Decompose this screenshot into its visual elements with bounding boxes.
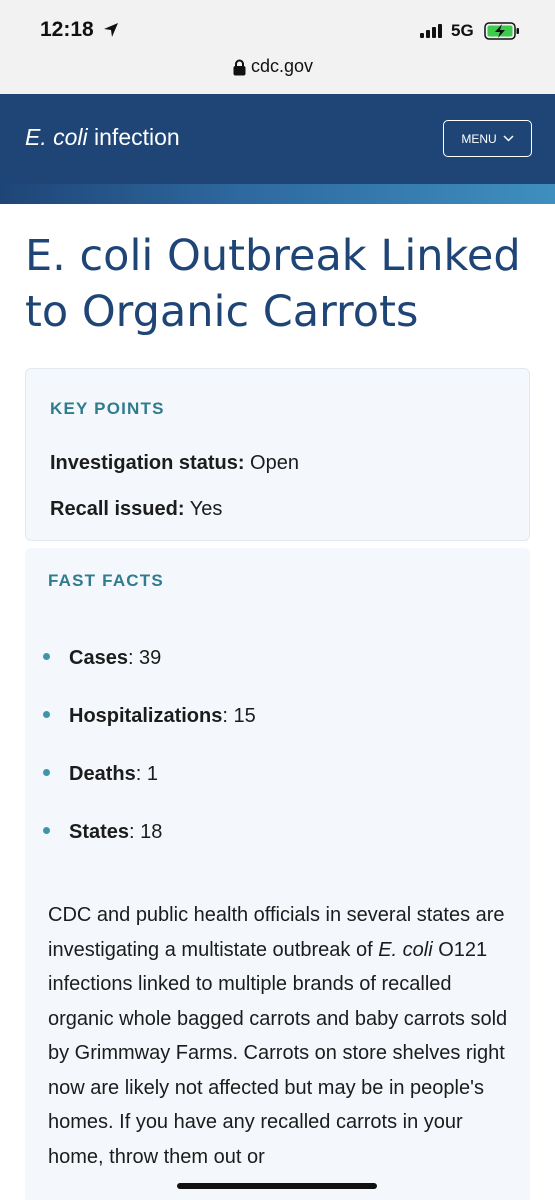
fact-label: Deaths bbox=[69, 763, 136, 785]
bullet-icon bbox=[43, 711, 50, 719]
kp-value: Open bbox=[244, 452, 299, 474]
menu-label: MENU bbox=[461, 131, 497, 146]
fact-value: : 1 bbox=[135, 763, 158, 785]
kp-label: Investigation status: bbox=[50, 452, 245, 474]
fact-value: : 18 bbox=[129, 821, 163, 843]
fast-facts-box: FAST FACTS Cases: 39 Hospitalizations: 1… bbox=[25, 548, 530, 1200]
home-indicator[interactable] bbox=[177, 1183, 377, 1189]
chevron-down-icon bbox=[503, 135, 514, 142]
location-arrow-icon bbox=[104, 23, 118, 37]
fact-hospitalizations: Hospitalizations: 15 bbox=[43, 705, 256, 728]
lock-icon bbox=[233, 59, 246, 76]
site-title-rest: infection bbox=[87, 124, 180, 150]
fast-facts-heading: FAST FACTS bbox=[48, 571, 164, 590]
site-title[interactable]: E. coli infection bbox=[25, 124, 180, 151]
status-time: 12:18 bbox=[40, 18, 94, 41]
header-gradient-strip bbox=[0, 184, 555, 204]
site-header: E. coli infection MENU bbox=[0, 94, 555, 184]
fact-label: Cases bbox=[69, 647, 128, 669]
page-title: E. coli Outbreak Linked to Organic Carro… bbox=[25, 231, 521, 337]
outbreak-summary-paragraph: CDC and public health officials in sever… bbox=[48, 898, 518, 1174]
bullet-icon bbox=[43, 769, 50, 777]
fact-states: States: 18 bbox=[43, 821, 162, 844]
site-title-italic: E. coli bbox=[25, 124, 88, 150]
cellular-signal-icon bbox=[420, 24, 442, 38]
fact-cases: Cases: 39 bbox=[43, 647, 161, 670]
kp-label: Recall issued: bbox=[50, 498, 185, 520]
status-bar: 12:18 5G bbox=[0, 0, 555, 50]
kp-value: Yes bbox=[184, 498, 223, 520]
summary-italic: E. coli bbox=[378, 938, 433, 961]
battery-charging-icon bbox=[484, 22, 519, 40]
fact-deaths: Deaths: 1 bbox=[43, 763, 158, 786]
fact-value: : 39 bbox=[127, 647, 162, 669]
fact-label: Hospitalizations bbox=[69, 705, 223, 727]
address-bar[interactable]: cdc.gov bbox=[0, 50, 555, 94]
fact-value: : 15 bbox=[222, 705, 256, 727]
bullet-icon bbox=[43, 827, 50, 835]
recall-issued-row: Recall issued: Yes bbox=[50, 498, 222, 521]
summary-part-2: O121 infections linked to multiple brand… bbox=[48, 938, 508, 1168]
key-points-heading: KEY POINTS bbox=[50, 399, 165, 418]
bullet-icon bbox=[43, 653, 50, 661]
fact-label: States bbox=[69, 821, 130, 843]
investigation-status-row: Investigation status: Open bbox=[50, 452, 299, 475]
menu-button[interactable]: MENU bbox=[443, 120, 532, 157]
url-text[interactable]: cdc.gov bbox=[251, 56, 313, 77]
network-type: 5G bbox=[451, 21, 474, 40]
key-points-box: KEY POINTS Investigation status: Open Re… bbox=[25, 368, 530, 541]
